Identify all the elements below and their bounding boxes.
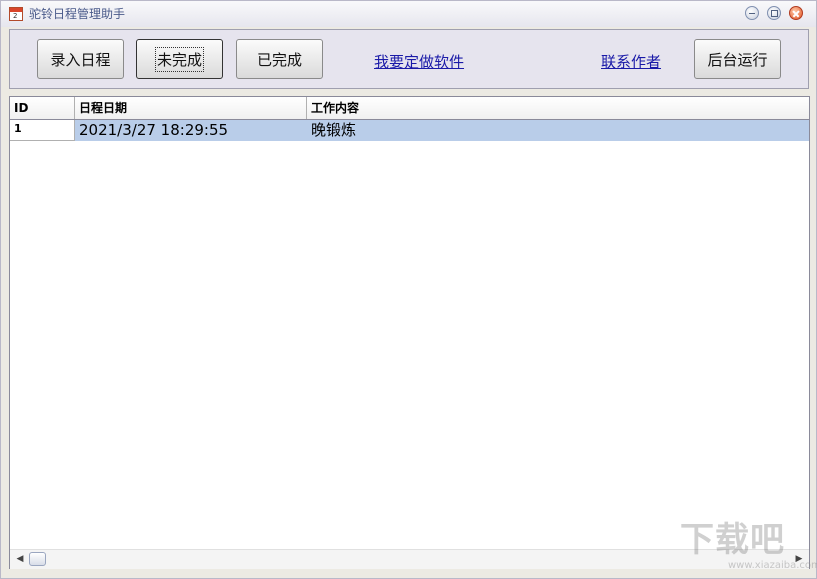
- app-window: 2 驼铃日程管理助手 录入日程 未完成 已完成 我要定做软件 联系作者 后台运行…: [0, 0, 817, 579]
- row-id-cell[interactable]: 1: [10, 120, 75, 141]
- scroll-thumb[interactable]: [29, 552, 46, 566]
- incomplete-button[interactable]: 未完成: [136, 39, 223, 79]
- add-schedule-label: 录入日程: [50, 50, 111, 69]
- window-title: 驼铃日程管理助手: [29, 7, 126, 21]
- run-background-button[interactable]: 后台运行: [694, 39, 781, 79]
- custom-software-link[interactable]: 我要定做软件: [374, 53, 464, 71]
- calendar-app-icon: 2: [9, 7, 23, 21]
- column-header-date[interactable]: 日程日期: [75, 97, 307, 119]
- add-schedule-button[interactable]: 录入日程: [37, 39, 124, 79]
- completed-button[interactable]: 已完成: [236, 39, 323, 79]
- incomplete-label: 未完成: [154, 46, 205, 72]
- toolbar-panel: 录入日程 未完成 已完成 我要定做软件 联系作者 后台运行: [9, 29, 809, 89]
- maximize-button[interactable]: [767, 6, 781, 20]
- schedule-grid[interactable]: ID 日程日期 工作内容 1 2021/3/27 18:29:55 晚锻炼 ◀ …: [9, 96, 810, 569]
- row-content-cell[interactable]: 晚锻炼: [307, 120, 809, 141]
- minimize-button[interactable]: [745, 6, 759, 20]
- row-date-cell[interactable]: 2021/3/27 18:29:55: [75, 120, 307, 141]
- completed-label: 已完成: [256, 50, 302, 69]
- watermark-url: www.xiazaiba.com: [728, 560, 817, 571]
- run-background-label: 后台运行: [707, 50, 768, 69]
- close-button[interactable]: [789, 6, 803, 20]
- table-row[interactable]: 1 2021/3/27 18:29:55 晚锻炼: [10, 120, 809, 141]
- contact-author-link[interactable]: 联系作者: [601, 53, 661, 71]
- grid-header: ID 日程日期 工作内容: [10, 97, 809, 120]
- title-bar[interactable]: 2 驼铃日程管理助手: [1, 1, 816, 27]
- column-header-content[interactable]: 工作内容: [307, 97, 809, 119]
- column-header-id[interactable]: ID: [10, 97, 75, 119]
- scroll-left-arrow-icon[interactable]: ◀: [12, 550, 28, 569]
